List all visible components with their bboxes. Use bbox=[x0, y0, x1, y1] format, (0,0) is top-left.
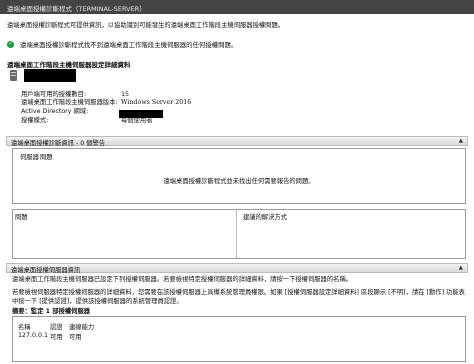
license-summary-heading: 摘要：監定 1 部授權伺服器 bbox=[12, 308, 91, 315]
status-message: ✓ 遠端桌面授權診斷程式找不到遠端桌面工作階段主機伺服器的任何授權問題。 bbox=[7, 40, 237, 49]
server-section-heading: 遠端桌面工作階段主機伺服器設定詳細資料 bbox=[7, 61, 131, 69]
collapse-arrow-icon[interactable]: ▲ bbox=[459, 138, 463, 144]
field-value-licensing-mode: 每個使用者 bbox=[121, 117, 153, 124]
field-label-server-version: 遠端桌面工作階段主機伺服器版本: bbox=[21, 99, 118, 106]
license-panel-header[interactable]: 遠端桌面授權伺服器資訊 ▲ bbox=[6, 263, 468, 274]
top-description: 遠端桌面授權診斷程式可提供資訊，以協助識別可能發生的遠端桌面工作階段主機伺服器授… bbox=[7, 22, 285, 29]
issue-details-pane bbox=[12, 209, 466, 259]
field-value-server-version: Windows Server 2016 bbox=[121, 99, 192, 106]
table-row-name[interactable]: 127.0.0.1 bbox=[18, 332, 48, 339]
field-label-ad-domain: Active Directory 網域: bbox=[21, 108, 89, 115]
table-row-credentials: 可用 bbox=[50, 334, 63, 341]
field-label-license-count: 用戶端可用的授權數目: bbox=[21, 91, 87, 98]
server-icon bbox=[8, 70, 18, 82]
license-description-1: 遠端桌面工作階段主機伺服器已設定下列授權伺服器。若要檢視特定授權伺服器的詳細資料… bbox=[12, 276, 353, 283]
title-bar: 遠端桌面授權診斷程式（TERMINAL-SERVER） bbox=[0, 0, 474, 14]
collapse-arrow-icon[interactable]: ▲ bbox=[459, 265, 463, 271]
diagnostics-panel-header[interactable]: 遠端桌面授權診斷資訊 - 0 個警告 ▲ bbox=[6, 136, 468, 147]
table-header-name[interactable]: 名稱 bbox=[18, 322, 31, 331]
license-server-table[interactable]: 名稱 認證 連線能力 127.0.0.1 可用 可用 bbox=[12, 316, 466, 362]
redacted-server-name bbox=[24, 69, 76, 82]
diagnostics-panel-title: 遠端桌面授權診斷資訊 - 0 個警告 bbox=[11, 140, 106, 147]
resolution-label: 建議的解決方式 bbox=[243, 214, 288, 221]
diagnostics-list[interactable]: 伺服器 問題 遠端桌面授權診斷程式並未找出任何需要報告的問題。 bbox=[12, 148, 466, 204]
column-header-server[interactable]: 伺服器 bbox=[20, 152, 39, 161]
license-description-2: 若要檢視伺服器特定授權伺服器的詳細資料，您需要在該授權伺服器上具備系統管理員權限… bbox=[12, 289, 465, 305]
issue-label: 問題 bbox=[15, 214, 28, 221]
field-value-license-count: 15 bbox=[121, 91, 130, 98]
column-header-issue[interactable]: 問題 bbox=[40, 152, 53, 161]
table-row-connectivity: 可用 bbox=[69, 334, 82, 341]
window-title: 遠端桌面授權診斷程式（TERMINAL-SERVER） bbox=[7, 5, 146, 13]
field-label-licensing-mode: 授權模式: bbox=[21, 117, 49, 124]
table-header-credentials[interactable]: 認證 bbox=[50, 322, 63, 331]
details-divider bbox=[236, 210, 237, 258]
check-circle-icon: ✓ bbox=[7, 41, 14, 48]
status-text: 遠端桌面授權診斷程式找不到遠端桌面工作階段主機伺服器的任何授權問題。 bbox=[20, 41, 238, 49]
license-panel-title: 遠端桌面授權伺服器資訊 bbox=[11, 267, 81, 274]
table-header-connectivity[interactable]: 連線能力 bbox=[69, 322, 94, 331]
no-issues-message: 遠端桌面授權診斷程式並未找出任何需要報告的問題。 bbox=[163, 178, 315, 185]
